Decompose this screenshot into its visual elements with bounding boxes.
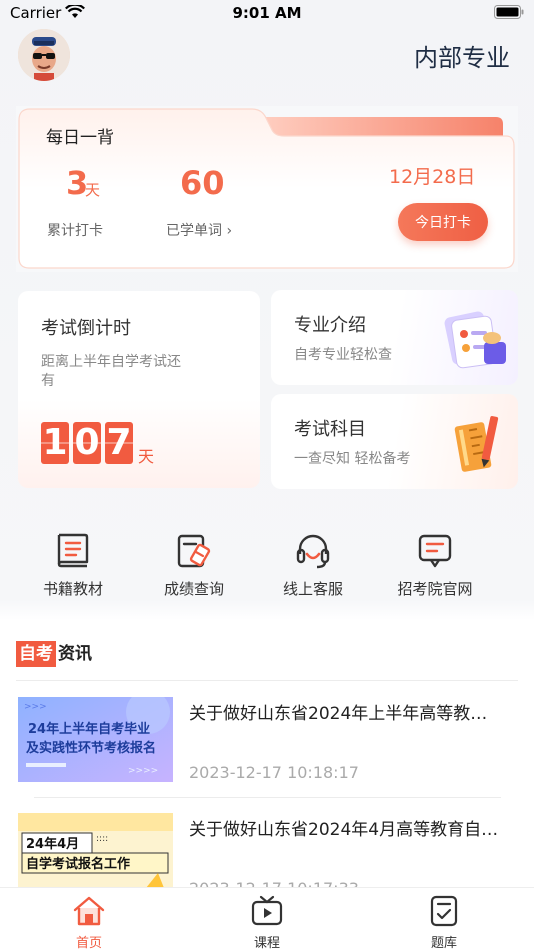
checklist-illustration-icon [444,311,506,369]
home-icon [73,896,105,926]
news-section-heading: 自考 资讯 [16,641,92,667]
daily-title: 每日一背 [46,128,114,148]
words-count: 60 [180,164,225,202]
thumb-line: 24年4月 [26,836,79,852]
countdown-digit: 1 [41,422,69,464]
svg-text:>>>: >>> [24,702,47,712]
daily-review-card: 每日一背 3 天 累计打卡 60 已学单词 › 12月28日 今日打卡 [16,106,518,272]
exam-subjects-subtitle: 一查尽知 轻松备考 [294,451,411,467]
quick-link-books[interactable]: 书籍教材 [18,532,128,599]
thumb-line: 及实践性环节考核报名 [26,740,156,756]
words-learned-link[interactable]: 已学单词 › [166,220,232,240]
major-intro-subtitle: 自考专业轻松查 [294,347,392,363]
bottom-tab-bar: 首页 课程 题库 [0,887,534,950]
tab-label: 题库 [430,936,457,950]
countdown-description: 距离上半年自学考试还有 [41,354,181,389]
question-bank-icon [430,895,458,927]
news-tag: 自考 [16,641,56,667]
website-icon [418,534,452,568]
news-thumbnail: >>> 24年上半年自考毕业 及实践性环节考核报名 >>>> [18,697,173,782]
checkin-button[interactable]: 今日打卡 [398,203,488,241]
ruler-pencil-illustration-icon [454,416,499,472]
exam-subjects-title: 考试科目 [294,419,366,440]
major-intro-card[interactable]: 专业介绍 自考专业轻松查 [271,290,518,385]
quick-link-scores[interactable]: 成绩查询 [139,532,249,599]
tab-question-bank[interactable]: 题库 [394,894,494,950]
thumb-line: 自学考试报名工作 [26,856,130,872]
major-intro-title: 专业介绍 [294,315,366,336]
status-bar: Carrier 9:01 AM [0,0,534,28]
divider [16,680,518,681]
news-item-title: 关于做好山东省2024年4月高等教育自学考试报名工作 [189,820,499,840]
page-title: 内部专业 [414,44,510,72]
quick-link-label: 成绩查询 [163,580,224,598]
tab-label: 首页 [75,936,102,950]
home-page: Carrier 9:01 AM 内部专业 每日一背 3 天 累计打卡 60 已学… [0,0,534,950]
streak-label: 累计打卡 [47,223,103,239]
status-time: 9:01 AM [232,4,302,22]
countdown-unit: 天 [138,447,155,466]
news-thumbnail-image: >>> 24年上半年自考毕业 及实践性环节考核报名 >>>> [18,697,173,782]
tv-icon [251,895,283,926]
quick-link-label: 书籍教材 [42,580,103,598]
countdown-digit: 7 [105,422,133,464]
news-item-time: 2023-12-17 10:18:17 [189,763,359,782]
news-thumbnail: 24年4月 自学考试报名工作 :::: [18,813,173,898]
svg-text:>>>>: >>>> [128,766,158,776]
exam-subjects-card[interactable]: 考试科目 一查尽知 轻松备考 [271,394,518,489]
thumb-line: 24年上半年自考毕业 [28,721,150,737]
countdown-digit: 0 [73,422,101,464]
quick-link-support[interactable]: 线上客服 [258,532,368,599]
headset-icon [296,534,330,569]
countdown-title: 考试倒计时 [41,318,131,339]
tab-courses[interactable]: 课程 [217,894,317,950]
score-icon [177,534,211,568]
news-item[interactable]: >>> 24年上半年自考毕业 及实践性环节考核报名 >>>> 关于做好山东省20… [0,697,534,797]
news-thumbnail-image: 24年4月 自学考试报名工作 :::: [18,813,173,898]
tab-label: 课程 [253,936,280,950]
streak-unit: 天 [85,181,101,199]
divider [34,797,501,798]
quick-link-label: 线上客服 [282,580,343,598]
exam-countdown-card[interactable]: 考试倒计时 距离上半年自学考试还有 1 0 7 天 [18,291,260,488]
avatar-image [18,29,70,81]
quick-link-label: 招考院官网 [397,580,473,598]
tab-home[interactable]: 首页 [39,894,139,950]
news-item-title: 关于做好山东省2024年上半年高等教育自学考试毕业及实践性环节考核报名 [189,704,499,724]
battery-icon [494,5,524,19]
svg-text:::::: :::: [96,834,108,844]
avatar[interactable] [18,29,70,81]
news-title: 资讯 [58,644,92,664]
quick-link-website[interactable]: 招考院官网 [380,532,490,599]
book-icon [57,533,89,568]
today-date: 12月28日 [389,166,476,188]
